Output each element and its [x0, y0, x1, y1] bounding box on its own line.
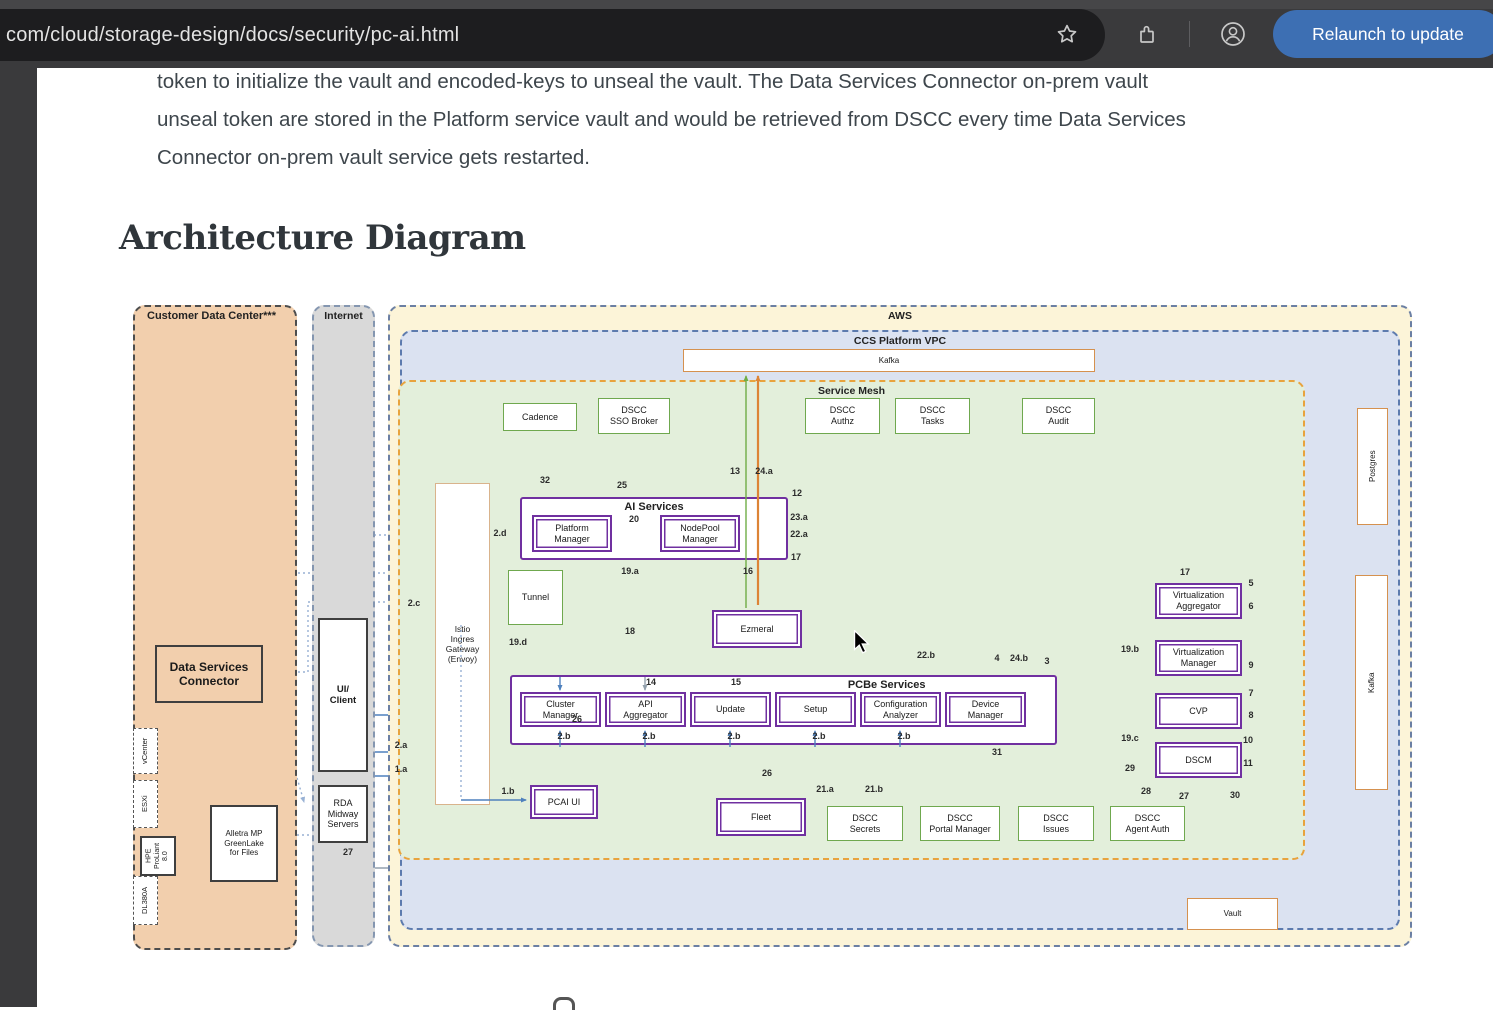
edge-label-47: 30: [1230, 790, 1240, 800]
edge-label-43: 29: [1125, 763, 1135, 773]
edge-label-10: 19.a: [621, 566, 639, 576]
edge-label-14: 2.c: [408, 598, 421, 608]
edge-label-42: 10: [1243, 735, 1253, 745]
edge-label-5: 23.a: [790, 512, 808, 522]
browser-toolbar: com/cloud/storage-design/docs/security/p…: [0, 0, 1493, 68]
edge-label-29: 22.b: [917, 650, 935, 660]
left-dark-strip: [0, 68, 37, 1007]
edge-label-37: 19.b: [1121, 644, 1139, 654]
window-top-strip: [0, 0, 1493, 9]
diagram-connectors-m2: [118, 295, 1414, 957]
edge-label-41: 19.c: [1121, 733, 1139, 743]
edge-label-39: 7: [1248, 688, 1253, 698]
edge-label-3: 24.a: [755, 466, 773, 476]
edge-label-11: 16: [743, 566, 753, 576]
edge-label-17: 1.b: [501, 786, 514, 796]
edge-label-8: 2.d: [493, 528, 506, 538]
edge-label-36: 6: [1248, 601, 1253, 611]
edge-label-15: 2.a: [395, 740, 408, 750]
edge-label-44: 11: [1243, 758, 1253, 768]
edge-label-9: 20: [629, 514, 639, 524]
relaunch-to-update-button[interactable]: Relaunch to update: [1273, 10, 1493, 58]
mouse-cursor: [851, 630, 873, 654]
edge-label-48: 27: [343, 847, 353, 857]
edge-label-1: 25: [617, 480, 627, 490]
edge-label-0: 32: [540, 475, 550, 485]
edge-label-40: 8: [1248, 710, 1253, 720]
page-heading: Architecture Diagram: [119, 218, 526, 258]
bookmark-star-icon[interactable]: [1053, 20, 1081, 48]
toolbar-divider: [1189, 21, 1190, 47]
edge-label-20: 2.b: [557, 731, 570, 741]
edge-label-25: 26: [572, 714, 582, 724]
edge-label-31: 24.b: [1010, 653, 1028, 663]
edge-label-27: 21.a: [816, 784, 834, 794]
edge-label-45: 28: [1141, 786, 1151, 796]
edge-label-26: 26: [762, 768, 772, 778]
edge-label-33: 31: [992, 747, 1002, 757]
edge-label-32: 3: [1044, 656, 1049, 666]
body-paragraph: token to initialize the vault and encode…: [157, 63, 1437, 177]
paragraph-line: token to initialize the vault and encode…: [157, 63, 1437, 101]
profile-icon[interactable]: [1219, 20, 1247, 48]
edge-label-35: 5: [1248, 578, 1253, 588]
edge-label-19: 15: [731, 677, 741, 687]
edge-label-21: 2.b: [642, 731, 655, 741]
edge-label-16: 1.a: [395, 764, 408, 774]
edge-label-34: 17: [1180, 567, 1190, 577]
edge-label-2: 13: [730, 466, 740, 476]
architecture-diagram: Customer Data Center***InternetAWSCCS Pl…: [118, 295, 1414, 957]
edge-label-7: 17: [791, 552, 801, 562]
edge-label-23: 2.b: [812, 731, 825, 741]
edge-label-6: 22.a: [790, 529, 808, 539]
edge-label-38: 9: [1248, 660, 1253, 670]
edge-label-18: 14: [646, 677, 656, 687]
edge-label-12: 18: [625, 626, 635, 636]
edge-label-30: 4: [994, 653, 999, 663]
paragraph-line: unseal token are stored in the Platform …: [157, 101, 1437, 139]
extension-icon[interactable]: [1133, 20, 1161, 48]
edge-label-13: 19.d: [509, 637, 527, 647]
paragraph-line: Connector on-prem vault service gets res…: [157, 139, 1437, 177]
url-text[interactable]: com/cloud/storage-design/docs/security/p…: [0, 24, 459, 47]
address-bar[interactable]: com/cloud/storage-design/docs/security/p…: [0, 9, 1105, 61]
edge-label-28: 21.b: [865, 784, 883, 794]
edge-label-46: 27: [1179, 791, 1189, 801]
edge-label-4: 12: [792, 488, 802, 498]
next-section-glyph-fragment: [553, 997, 575, 1010]
edge-label-22: 2.b: [727, 731, 740, 741]
edge-label-24: 2.b: [897, 731, 910, 741]
